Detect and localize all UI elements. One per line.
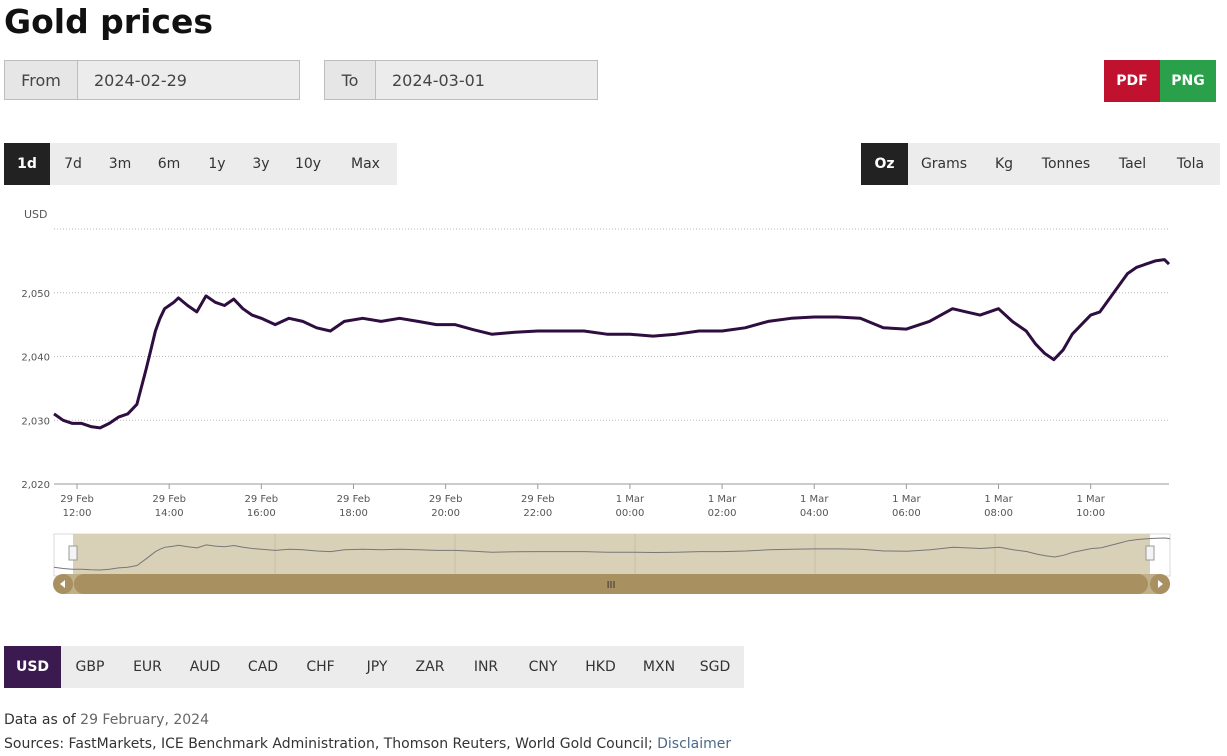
price-chart[interactable]: USD 2,0202,0302,0402,050 29 Feb12:0029 F… [0, 200, 1227, 519]
period-button-1y[interactable]: 1y [194, 143, 240, 185]
period-selector: 1d 7d 3m 6m 1y 3y 10y Max [4, 143, 397, 185]
unit-button-grams[interactable]: Grams [908, 143, 980, 185]
from-date-input[interactable]: 2024-02-29 [78, 61, 299, 99]
currency-button-mxn[interactable]: MXN [632, 646, 686, 688]
period-button-3y[interactable]: 3y [240, 143, 282, 185]
chart-grid [54, 228, 1169, 485]
x-tick-time: 02:00 [708, 508, 737, 519]
x-tick-date: 29 Feb [60, 494, 94, 505]
disclaimer-link[interactable]: Disclaimer [657, 736, 731, 752]
currency-button-chf[interactable]: CHF [292, 646, 349, 688]
currency-button-cny[interactable]: CNY [517, 646, 569, 688]
x-tick-time: 06:00 [892, 508, 921, 519]
png-export-button[interactable]: PNG [1160, 60, 1216, 102]
currency-selector: USD GBP EUR AUD CAD CHF JPY ZAR INR CNY HKD MXN SGD [4, 646, 744, 688]
sources: Sources: FastMarkets, ICE Benchmark Admi… [4, 736, 731, 752]
x-tick-time: 04:00 [800, 508, 829, 519]
period-button-max[interactable]: Max [334, 143, 397, 185]
navigator-left-handle[interactable] [68, 545, 78, 561]
x-tick-date: 1 Mar [892, 494, 921, 505]
date-to-field[interactable]: To 2024-03-01 [324, 60, 598, 100]
x-tick-time: 10:00 [1076, 508, 1105, 519]
unit-button-tola[interactable]: Tola [1161, 143, 1220, 185]
x-tick-time: 16:00 [247, 508, 276, 519]
date-from-field[interactable]: From 2024-02-29 [4, 60, 300, 100]
from-label: From [5, 61, 78, 99]
currency-button-inr[interactable]: INR [455, 646, 517, 688]
currency-button-gbp[interactable]: GBP [61, 646, 119, 688]
unit-selector: Oz Grams Kg Tonnes Tael Tola [861, 143, 1220, 185]
x-tick-date: 29 Feb [245, 494, 279, 505]
to-date-input[interactable]: 2024-03-01 [376, 61, 597, 99]
period-button-7d[interactable]: 7d [50, 143, 96, 185]
currency-button-hkd[interactable]: HKD [569, 646, 632, 688]
export-buttons: PDF PNG [1104, 60, 1216, 102]
currency-button-usd[interactable]: USD [4, 646, 61, 688]
currency-button-eur[interactable]: EUR [119, 646, 176, 688]
y-axis-label: USD [24, 208, 48, 221]
x-tick-time: 18:00 [339, 508, 368, 519]
to-label: To [325, 61, 376, 99]
x-tick-date: 1 Mar [984, 494, 1013, 505]
x-tick-date: 29 Feb [521, 494, 555, 505]
navigator-selection[interactable] [73, 534, 1150, 576]
x-tick-time: 12:00 [63, 508, 92, 519]
x-tick-date: 29 Feb [429, 494, 463, 505]
data-as-of-label: Data as of [4, 712, 76, 728]
chart-navigator[interactable]: III [0, 530, 1227, 600]
unit-button-oz[interactable]: Oz [861, 143, 908, 185]
unit-button-kg[interactable]: Kg [980, 143, 1028, 185]
x-tick-date: 29 Feb [152, 494, 186, 505]
x-tick-time: 22:00 [523, 508, 552, 519]
y-axis-ticks: 2,020 2,030 2,040 2,050 [21, 289, 50, 491]
period-button-10y[interactable]: 10y [282, 143, 334, 185]
pdf-export-button[interactable]: PDF [1104, 60, 1160, 102]
unit-button-tonnes[interactable]: Tonnes [1028, 143, 1104, 185]
x-tick-time: 14:00 [155, 508, 184, 519]
x-tick-date: 1 Mar [1076, 494, 1105, 505]
period-button-3m[interactable]: 3m [96, 143, 144, 185]
currency-button-aud[interactable]: AUD [176, 646, 234, 688]
y-tick-label: 2,040 [21, 353, 50, 364]
x-tick-time: 20:00 [431, 508, 460, 519]
x-axis-ticks: 29 Feb 12:00 29 Feb 14:00 29 Feb 16:00 29 Feb 1… [60, 484, 1106, 519]
data-as-of-date: 29 February, 2024 [80, 712, 209, 728]
period-button-6m[interactable]: 6m [144, 143, 194, 185]
currency-button-sgd[interactable]: SGD [686, 646, 744, 688]
y-tick-label: 2,030 [21, 416, 50, 427]
y-tick-label: 2,050 [21, 289, 50, 300]
scrollbar-grip: III [607, 580, 616, 591]
currency-button-jpy[interactable]: JPY [349, 646, 405, 688]
currency-button-zar[interactable]: ZAR [405, 646, 455, 688]
x-tick-time: 08:00 [984, 508, 1013, 519]
y-tick-label: 2,020 [21, 480, 50, 491]
x-tick-date: 29 Feb [337, 494, 371, 505]
navigator-right-handle[interactable] [1145, 545, 1155, 561]
x-tick-time: 00:00 [616, 508, 645, 519]
data-as-of: Data as of 29 February, 2024 [4, 712, 209, 728]
x-tick-date: 1 Mar [800, 494, 829, 505]
sources-text: Sources: FastMarkets, ICE Benchmark Admi… [4, 736, 653, 752]
currency-button-cad[interactable]: CAD [234, 646, 292, 688]
x-tick-date: 1 Mar [616, 494, 645, 505]
x-tick-date: 1 Mar [708, 494, 737, 505]
price-series-line [53, 258, 1171, 430]
period-button-1d[interactable]: 1d [4, 143, 50, 185]
page-title: Gold prices [4, 2, 213, 41]
unit-button-tael[interactable]: Tael [1104, 143, 1161, 185]
